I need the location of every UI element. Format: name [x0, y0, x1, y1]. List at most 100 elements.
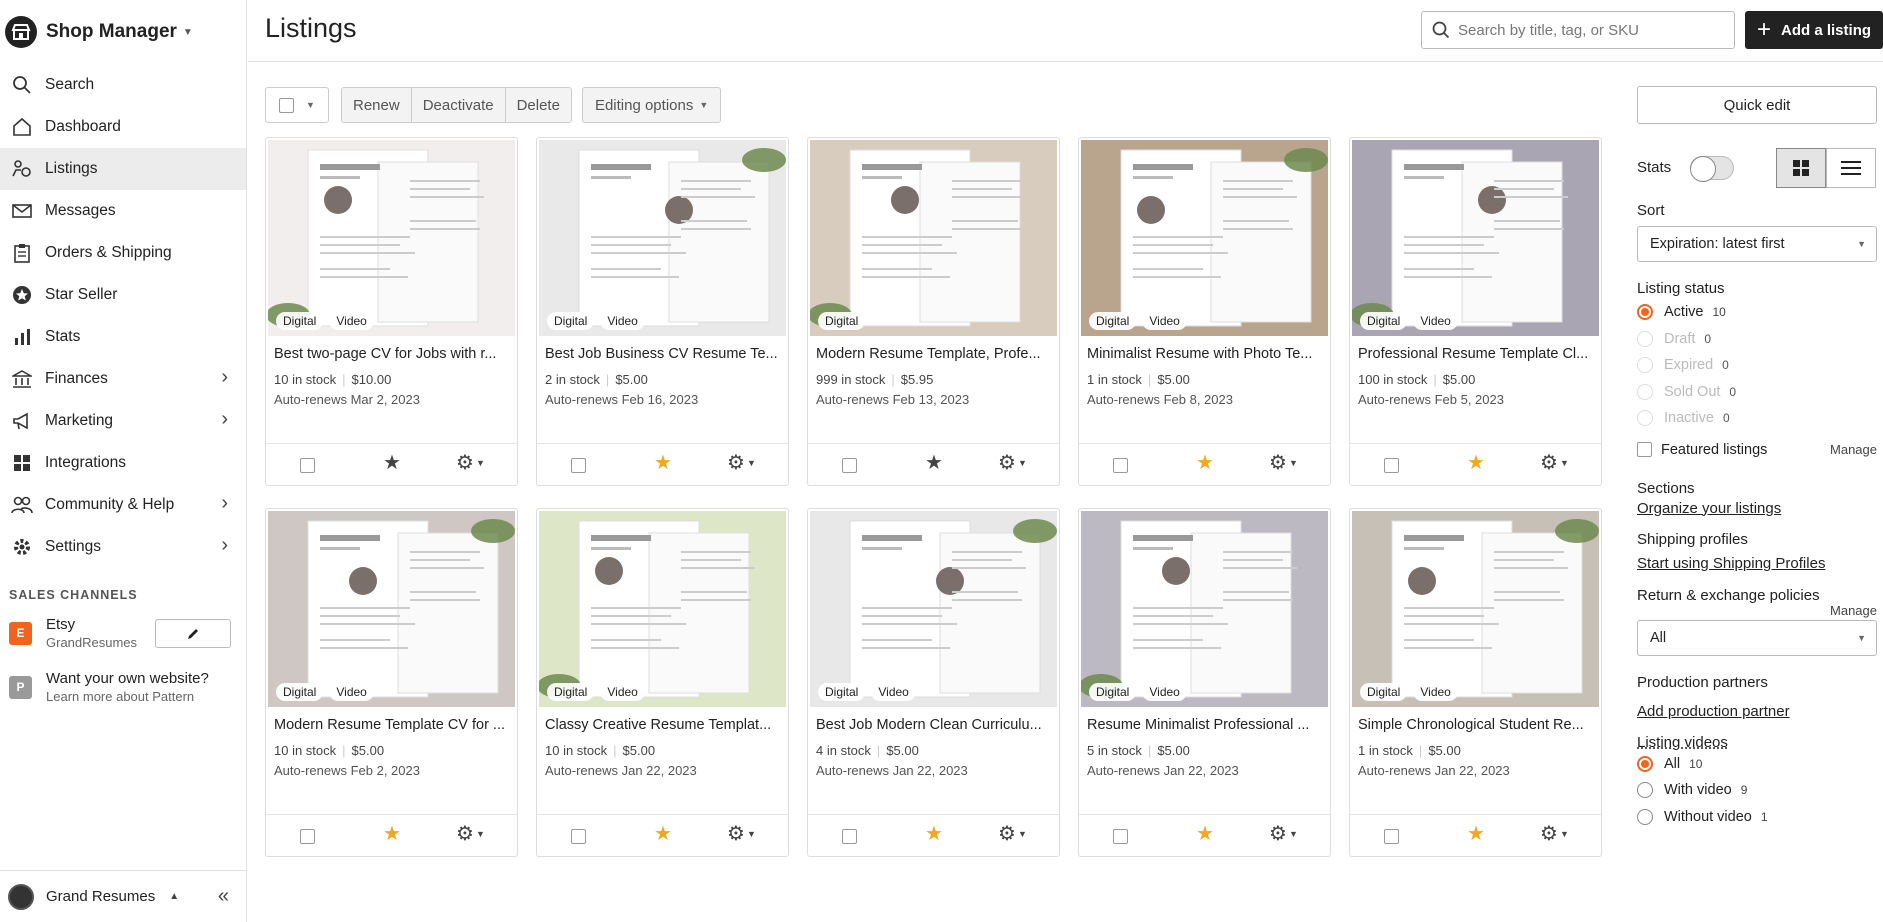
sidebar-item-integrations[interactable]: Integrations — [0, 442, 246, 484]
listing-card[interactable]: Digital Video Simple Chronological Student… — [1349, 508, 1602, 857]
listing-checkbox[interactable] — [1113, 458, 1128, 473]
listing-card[interactable]: Digital Video Best Job Modern Clean Curric… — [807, 508, 1060, 857]
listing-card[interactable]: Digital Video Minimalist Resume with Photo… — [1078, 137, 1331, 486]
listing-title[interactable]: Classy Creative Resume Templat... — [545, 717, 783, 733]
listing-settings-gear-icon[interactable]: ⚙ ▼ — [1269, 453, 1298, 473]
listing-checkbox[interactable] — [1113, 829, 1128, 844]
feature-star-icon[interactable]: ★ — [925, 824, 943, 844]
listing-title[interactable]: Minimalist Resume with Photo Te... — [1087, 346, 1325, 362]
stats-toggle[interactable] — [1690, 156, 1734, 182]
shop-switcher[interactable]: Grand Resumes ▲ « — [0, 870, 247, 922]
listing-checkbox[interactable] — [1384, 458, 1399, 473]
listing-settings-gear-icon[interactable]: ⚙ ▼ — [998, 824, 1027, 844]
add-production-partner-link[interactable]: Add production partner — [1637, 703, 1877, 720]
listing-title[interactable]: Professional Resume Template Cl... — [1358, 346, 1596, 362]
listing-checkbox[interactable] — [300, 458, 315, 473]
listing-card[interactable]: Digital Video Best Job Business CV Resume … — [536, 137, 789, 486]
featured-checkbox[interactable] — [1637, 442, 1652, 457]
listing-thumbnail[interactable]: Digital Video — [268, 511, 515, 707]
sidebar-item-finances[interactable]: Finances › — [0, 358, 246, 400]
channel-etsy[interactable]: E Etsy GrandResumes — [0, 606, 246, 660]
listing-thumbnail[interactable]: Digital Video — [1081, 140, 1328, 336]
feature-star-icon[interactable]: ★ — [925, 453, 943, 473]
listing-card[interactable]: Digital Video Best two-page CV for Jobs wi… — [265, 137, 518, 486]
feature-star-icon[interactable]: ★ — [383, 453, 401, 473]
sidebar-item-search[interactable]: Search — [0, 64, 246, 106]
collapse-sidebar-icon[interactable]: « — [218, 885, 229, 908]
sidebar-item-settings[interactable]: Settings › — [0, 526, 246, 568]
listing-checkbox[interactable] — [842, 458, 857, 473]
sidebar-item-star-seller[interactable]: Star Seller — [0, 274, 246, 316]
listing-title[interactable]: Simple Chronological Student Re... — [1358, 717, 1596, 733]
feature-star-icon[interactable]: ★ — [654, 824, 672, 844]
listing-settings-gear-icon[interactable]: ⚙ ▼ — [456, 824, 485, 844]
listing-title[interactable]: Resume Minimalist Professional ... — [1087, 717, 1325, 733]
radio-button[interactable] — [1637, 808, 1653, 825]
listing-thumbnail[interactable]: Digital — [810, 140, 1057, 336]
sidebar-item-community-help[interactable]: Community & Help › — [0, 484, 246, 526]
shop-manager-menu[interactable]: Shop Manager ▼ — [0, 0, 246, 64]
channel-pattern[interactable]: P Want your own website? Learn more abou… — [0, 660, 246, 714]
listing-checkbox[interactable] — [300, 829, 315, 844]
return-policy-select[interactable]: All ▼ — [1637, 619, 1877, 656]
sidebar-item-messages[interactable]: Messages — [0, 190, 246, 232]
listing-thumbnail[interactable]: Digital Video — [1352, 140, 1599, 336]
video-option-with-video[interactable]: With video 9 — [1637, 777, 1877, 804]
organize-listings-link[interactable]: Organize your listings — [1637, 500, 1877, 517]
manage-policies-link[interactable]: Manage — [1830, 603, 1877, 618]
renew-button[interactable]: Renew — [342, 88, 412, 122]
feature-star-icon[interactable]: ★ — [1467, 824, 1485, 844]
listing-settings-gear-icon[interactable]: ⚙ ▼ — [727, 453, 756, 473]
listing-card[interactable]: Digital Modern Resume Template, Profe... 9… — [807, 137, 1060, 486]
listing-settings-gear-icon[interactable]: ⚙ ▼ — [1540, 453, 1569, 473]
sidebar-item-stats[interactable]: Stats — [0, 316, 246, 358]
listing-checkbox[interactable] — [1384, 829, 1399, 844]
status-option-active[interactable]: Active 10 — [1637, 299, 1877, 326]
deactivate-button[interactable]: Deactivate — [412, 88, 506, 122]
sidebar-item-marketing[interactable]: Marketing › — [0, 400, 246, 442]
listing-card[interactable]: Digital Video Professional Resume Template… — [1349, 137, 1602, 486]
sidebar-item-orders-shipping[interactable]: Orders & Shipping — [0, 232, 246, 274]
listing-settings-gear-icon[interactable]: ⚙ ▼ — [727, 824, 756, 844]
listing-settings-gear-icon[interactable]: ⚙ ▼ — [1269, 824, 1298, 844]
sidebar-item-dashboard[interactable]: Dashboard — [0, 106, 246, 148]
feature-star-icon[interactable]: ★ — [1467, 453, 1485, 473]
listing-card[interactable]: Digital Video Modern Resume Template CV fo… — [265, 508, 518, 857]
search-listings[interactable] — [1421, 11, 1735, 49]
quick-edit-button[interactable]: Quick edit — [1637, 86, 1877, 124]
delete-button[interactable]: Delete — [506, 88, 571, 122]
listing-thumbnail[interactable]: Digital Video — [1352, 511, 1599, 707]
edit-channel-button[interactable] — [155, 619, 231, 648]
feature-star-icon[interactable]: ★ — [654, 453, 672, 473]
video-option-all[interactable]: All 10 — [1637, 751, 1877, 778]
listing-title[interactable]: Best two-page CV for Jobs with r... — [274, 346, 512, 362]
listing-checkbox[interactable] — [571, 829, 586, 844]
search-input[interactable] — [1458, 21, 1728, 39]
sort-select[interactable]: Expiration: latest first ▼ — [1637, 226, 1877, 262]
radio-button[interactable] — [1637, 304, 1653, 321]
listing-settings-gear-icon[interactable]: ⚙ ▼ — [1540, 824, 1569, 844]
manage-featured-link[interactable]: Manage — [1830, 442, 1877, 457]
select-all-checkbox[interactable] — [279, 97, 294, 113]
grid-view-button[interactable] — [1776, 148, 1826, 188]
listing-thumbnail[interactable]: Digital Video — [539, 140, 786, 336]
listing-settings-gear-icon[interactable]: ⚙ ▼ — [998, 453, 1027, 473]
feature-star-icon[interactable]: ★ — [1196, 824, 1214, 844]
listing-thumbnail[interactable]: Digital Video — [1081, 511, 1328, 707]
listing-title[interactable]: Best Job Modern Clean Curriculu... — [816, 717, 1054, 733]
feature-star-icon[interactable]: ★ — [383, 824, 401, 844]
listing-checkbox[interactable] — [842, 829, 857, 844]
feature-star-icon[interactable]: ★ — [1196, 453, 1214, 473]
list-view-button[interactable] — [1826, 148, 1876, 188]
sidebar-item-listings[interactable]: Listings — [0, 148, 246, 190]
listing-thumbnail[interactable]: Digital Video — [810, 511, 1057, 707]
listing-card[interactable]: Digital Video Resume Minimalist Profession… — [1078, 508, 1331, 857]
listing-title[interactable]: Modern Resume Template, Profe... — [816, 346, 1054, 362]
listing-settings-gear-icon[interactable]: ⚙ ▼ — [456, 453, 485, 473]
select-all-dropdown[interactable]: ▼ — [265, 87, 329, 123]
shipping-profiles-link[interactable]: Start using Shipping Profiles — [1637, 555, 1877, 572]
listing-thumbnail[interactable]: Digital Video — [539, 511, 786, 707]
radio-button[interactable] — [1637, 782, 1653, 799]
video-option-without-video[interactable]: Without video 1 — [1637, 804, 1877, 831]
editing-options-dropdown[interactable]: Editing options ▼ — [581, 87, 722, 123]
